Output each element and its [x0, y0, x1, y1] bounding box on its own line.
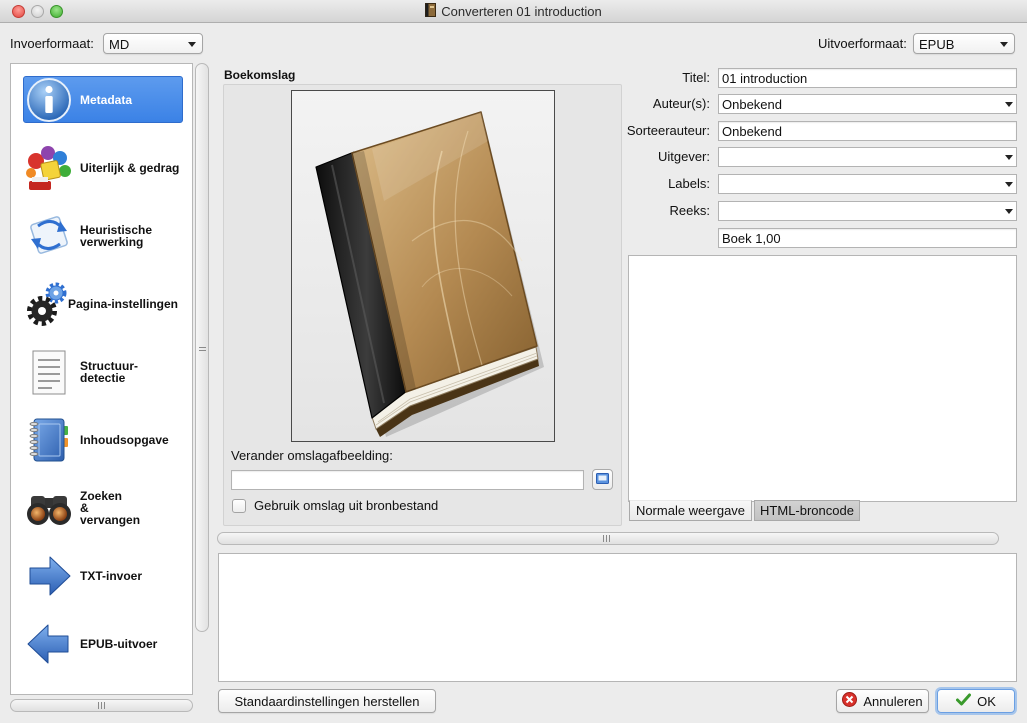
sidebar-item-structure-detection[interactable]: Structuur-detectie [11, 338, 192, 406]
document-icon [24, 348, 74, 396]
cancel-icon [842, 692, 858, 710]
splitter-handle[interactable] [199, 345, 206, 351]
output-format-value: EPUB [919, 37, 955, 52]
series-label: Reeks: [669, 203, 710, 218]
series-index-spinbox[interactable] [718, 228, 1017, 248]
splitter-grip [603, 535, 610, 542]
arrow-right-icon [24, 552, 74, 600]
restore-defaults-button[interactable]: Standaardinstellingen herstellen [218, 689, 436, 713]
ok-label: OK [977, 693, 996, 709]
sidebar-item-page-setup[interactable]: Pagina-instellingen [11, 270, 192, 338]
sidebar-item-label: Heuristische verwerking [80, 223, 153, 249]
chevron-down-icon[interactable] [1005, 155, 1013, 160]
checkmark-icon [956, 693, 972, 709]
cover-heading: Boekomslag [224, 68, 296, 82]
tags-combobox[interactable] [718, 174, 1017, 194]
help-text-pane [218, 553, 1017, 682]
title-field[interactable] [718, 68, 1017, 88]
series-combobox[interactable] [718, 201, 1017, 221]
authors-combobox[interactable]: Onbekend [718, 94, 1017, 114]
folder-icon [596, 472, 609, 487]
chevron-down-icon[interactable] [1005, 102, 1013, 107]
restore-defaults-label: Standaardinstellingen herstellen [234, 693, 420, 709]
sidebar-item-label: Uiterlijk & gedrag [80, 161, 180, 175]
info-icon [24, 76, 74, 124]
publisher-combobox[interactable] [718, 147, 1017, 167]
sidebar-horizontal-scrollbar[interactable] [10, 699, 193, 712]
tags-label: Labels: [668, 176, 710, 191]
sidebar-item-heuristics[interactable]: Heuristische verwerking [11, 202, 192, 270]
sidebar-item-label: Structuur-detectie [80, 359, 138, 385]
use-source-cover-checkbox[interactable] [232, 499, 246, 513]
ok-button[interactable]: OK [937, 689, 1015, 713]
look-and-feel-icon [24, 144, 74, 192]
comments-editor[interactable] [628, 255, 1017, 502]
scrollbar-grip [98, 702, 105, 709]
tab-label: HTML-broncode [760, 503, 854, 518]
sidebar-item-label: Pagina-instellingen [68, 297, 179, 311]
output-format-label: Uitvoerformaat: [818, 36, 907, 51]
chevron-down-icon[interactable] [1005, 209, 1013, 214]
chevron-down-icon [188, 42, 196, 47]
sidebar-item-metadata[interactable]: Metadata [11, 66, 192, 134]
sidebar-item-look-and-feel[interactable]: Uiterlijk & gedrag [11, 134, 192, 202]
window-title: Converteren 01 introduction [441, 3, 602, 19]
sidebar-item-label: EPUB-uitvoer [80, 637, 158, 651]
sidebar-item-label: TXT-invoer [80, 569, 143, 583]
author-sort-field[interactable] [718, 121, 1017, 141]
authors-value: Onbekend [722, 97, 782, 112]
sidebar-list[interactable]: Metadata Uiterlijk & gedrag Heuristische… [10, 63, 193, 695]
binoculars-icon [24, 484, 74, 532]
input-format-value: MD [109, 37, 130, 52]
cancel-button[interactable]: Annuleren [836, 689, 929, 713]
tab-normal-view[interactable]: Normale weergave [629, 500, 752, 521]
gears-icon [24, 280, 74, 328]
sidebar-item-table-of-contents[interactable]: Inhoudsopgave [11, 406, 192, 474]
heuristics-icon [24, 212, 74, 260]
tab-label: Normale weergave [635, 503, 746, 518]
sidebar-item-label: Metadata [80, 93, 133, 107]
notebook-icon [24, 416, 74, 464]
input-format-select[interactable]: MD [103, 33, 203, 54]
change-cover-label: Verander omslagafbeelding: [231, 448, 393, 463]
browse-cover-button[interactable] [592, 469, 613, 490]
book-icon [425, 2, 437, 20]
sidebar-item-txt-input[interactable]: TXT-invoer [11, 542, 192, 610]
output-format-select[interactable]: EPUB [913, 33, 1015, 54]
input-format-label: Invoerformaat: [10, 36, 94, 51]
author-sort-label: Sorteerauteur: [626, 123, 710, 138]
cover-path-input[interactable] [231, 470, 584, 490]
sidebar-item-epub-output[interactable]: EPUB-uitvoer [11, 610, 192, 678]
tab-html-source[interactable]: HTML-broncode [754, 500, 860, 521]
sidebar-item-label: Inhoudsopgave [80, 433, 169, 447]
cancel-label: Annuleren [863, 693, 923, 709]
window-titlebar: Converteren 01 introduction [0, 0, 1027, 23]
sidebar-item-search-replace[interactable]: Zoeken & vervangen [11, 474, 192, 542]
chevron-down-icon [1000, 42, 1008, 47]
arrow-left-icon [24, 620, 74, 668]
book-cover-icon[interactable] [291, 90, 555, 442]
title-label: Titel: [682, 70, 710, 85]
authors-label: Auteur(s): [652, 96, 710, 111]
publisher-label: Uitgever: [657, 149, 710, 164]
use-source-cover-label: Gebruik omslag uit bronbestand [254, 498, 439, 513]
chevron-down-icon[interactable] [1005, 182, 1013, 187]
sidebar-item-label: Zoeken & vervangen [80, 489, 141, 527]
horizontal-splitter[interactable] [217, 532, 999, 545]
